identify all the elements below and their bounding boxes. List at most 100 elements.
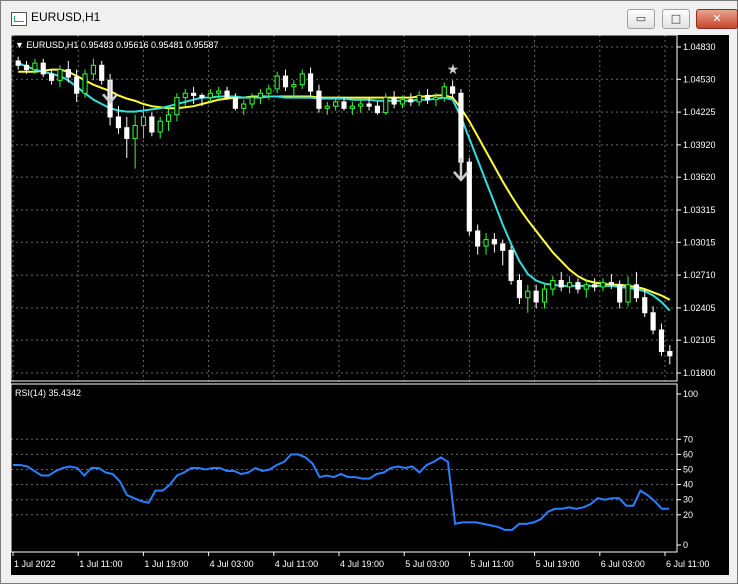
price-label: 1.04530 [683,74,716,84]
candle-body [633,284,639,299]
candle-body [541,288,548,303]
candle-body [124,127,130,139]
price-label: 1.03920 [683,140,716,150]
candle-body [199,94,205,99]
candle-body [592,284,598,288]
candles [15,56,673,365]
price-label: 1.02710 [683,270,716,280]
title-bar: EURUSD,H1 ▭ □ ✕ [1,1,738,35]
close-button[interactable]: ✕ [696,9,738,29]
candle-body [216,90,222,94]
candle-body [282,75,289,88]
time-axis: 1 Jul 2022 1 Jul 11:00 1 Jul 19:00 4 Jul 03… [12,552,709,569]
candle-body [600,282,606,288]
candle-body [316,90,322,109]
price-axis: 1.04830 1.04530 1.04225 1.03920 1.03620 1.033… [677,42,716,378]
down-arrow-icon [102,80,119,105]
price-chart[interactable]: ★ 1.048301.045301.042251.039201.036201.0… [10,34,729,575]
time-label: 1 Jul 2022 [14,559,56,569]
price-label: 1.03620 [683,172,716,182]
price-label: 1.01800 [683,368,716,378]
chart-header-text: EURUSD,H1 0.95483 0.95616 0.95481 0.9558… [26,40,218,50]
candle-body [550,279,556,290]
candle-body [65,69,71,78]
candle-body [650,312,656,331]
maximize-button[interactable]: □ [662,9,690,29]
chart-area[interactable]: ★ 1.04830 1.04530 1.04225 1.03920 1.03620 1.0… [10,34,729,575]
candle-body [241,103,247,109]
time-label: 5 Jul 11:00 [470,559,513,569]
price-label: 1.02105 [683,335,716,345]
candle-body [191,92,197,96]
candle-body [32,62,38,71]
candle-body [232,97,238,109]
rsi-label: 100 [683,389,698,399]
candle-body [266,88,272,94]
candle-body [525,290,531,299]
candle-body [416,94,422,103]
price-label: 1.04225 [683,107,716,117]
candle-body [642,297,648,314]
rsi-label: 20 [683,510,693,520]
candle-body [475,230,481,247]
time-label: 5 Jul 03:00 [405,559,449,569]
rsi-label: 40 [683,480,693,490]
price-label: 1.03315 [683,205,716,215]
time-label: 4 Jul 03:00 [210,559,254,569]
candle-body [566,282,573,288]
price-label: 1.02405 [683,303,716,313]
rsi-label: 60 [683,449,693,459]
candle-body [182,92,188,99]
rsi-label: 50 [683,465,693,475]
chart-header: ▼ EURUSD,H1 0.95483 0.95616 0.95481 0.95… [15,40,219,50]
candle-body [49,73,55,81]
candle-body [207,92,213,99]
rsi-label: 70 [683,434,693,444]
chart-window-icon [11,12,27,26]
candle-body [324,105,330,109]
candle-body [15,60,21,66]
candle-body [174,97,180,116]
candle-body [558,279,564,288]
rsi-path [13,453,669,531]
candle-body [274,75,280,90]
candle-body [625,284,631,303]
candle-body [450,86,456,94]
time-label: 6 Jul 11:00 [666,559,709,569]
candle-body [358,103,364,107]
rsi-axis: 100 70 60 50 40 30 20 0 [677,389,698,550]
candle-body [516,279,523,299]
candle-body [667,350,673,357]
candle-body [433,97,439,101]
candle-body [441,86,447,99]
candle-body [165,114,172,122]
candle-body [157,120,163,133]
minimize-button[interactable]: ▭ [627,9,655,29]
time-label: 4 Jul 11:00 [275,559,318,569]
candle-body [458,92,464,163]
candle-body [617,284,623,303]
candle-body [74,76,80,94]
time-label: 5 Jul 19:00 [536,559,580,569]
candle-body [658,329,665,352]
candle-body [257,92,264,99]
candle-body [149,116,155,133]
rsi-line [13,453,669,531]
candle-body [366,103,372,107]
rsi-header: RSI(14) 35.4342 [15,388,81,398]
time-label: 6 Jul 03:00 [601,559,645,569]
price-label: 1.03015 [683,237,716,247]
candle-body [307,73,314,92]
candle-body [408,99,414,103]
candle-body [115,116,122,129]
candle-body [391,97,397,105]
candle-body [583,284,589,290]
candle-body [491,239,497,245]
candle-body [383,97,389,114]
time-label: 4 Jul 19:00 [340,559,384,569]
candle-body [341,101,347,109]
candle-body [249,97,255,105]
candle-body [374,105,381,114]
candle-body [57,69,63,81]
candle-body [299,73,305,86]
